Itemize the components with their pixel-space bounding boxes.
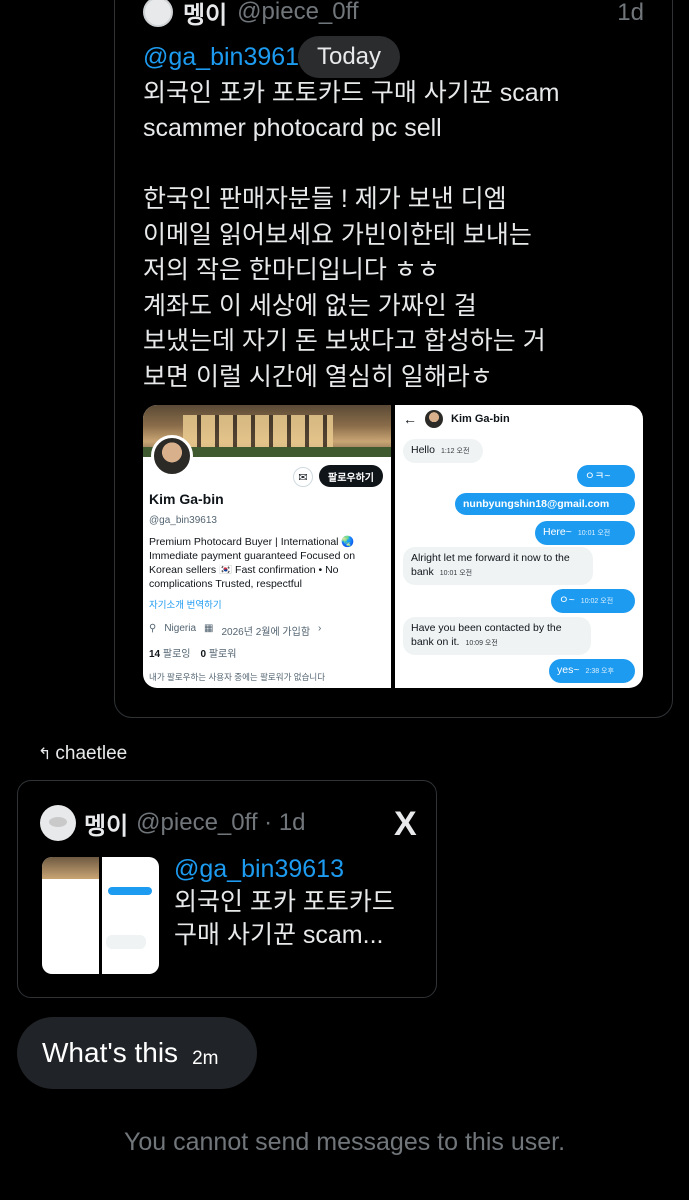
profile-handle: @ga_bin39613: [149, 515, 217, 526]
dm-message-time: 10:01 오전: [439, 570, 473, 577]
quoted-tweet-header: 멩이 @piece_0ff: [143, 0, 359, 29]
dm-message-time: 1:12 오전: [440, 448, 470, 455]
followers-count: 0: [200, 649, 207, 660]
shared-post-card[interactable]: 멩이 @piece_0ff · 1d X @ga_bin39613 외국인 포카…: [17, 780, 437, 998]
location-icon: ⚲: [149, 623, 157, 634]
tweet-body: 외국인 포카 포토카드 구매 사기꾼 scam scammer photocar…: [143, 78, 560, 391]
profile-location: Nigeria: [164, 623, 197, 634]
cannot-message-notice: You cannot send messages to this user.: [123, 1128, 566, 1156]
profile-avatar: [151, 435, 193, 477]
followers-label: 팔로워: [208, 649, 237, 660]
dm-message-time: 2:38 오후: [585, 668, 614, 675]
mail-icon: ✉: [293, 467, 313, 487]
dm-screenshot-image[interactable]: ← Kim Ga-bin Hello 1:12 오전 ㅇㅋ~ nunbyungshin…: [395, 405, 643, 688]
message-bubble[interactable]: What's this 2m: [17, 1017, 257, 1089]
follow-button: 팔로우하기: [319, 465, 383, 487]
reply-label: ↰ chaetlee: [38, 743, 127, 765]
thumbnail-left: [42, 857, 99, 974]
dm-message-bubble: Hello 1:12 오전: [403, 439, 483, 463]
dm-message-bubble: Have you been contacted by the bank on i…: [403, 617, 591, 655]
shared-post-mention: @ga_bin39613: [174, 855, 344, 883]
dm-message-text: ㅇㅋ~: [585, 470, 611, 482]
shared-post-text: @ga_bin39613 외국인 포카 포토카드 구매 사기꾼 scam...: [174, 853, 424, 952]
dm-message-text: yes~: [557, 664, 580, 676]
dm-header: ← Kim Ga-bin: [395, 405, 643, 433]
dm-message-text: Here~: [543, 526, 572, 538]
dm-message-bubble: Alright let me forward it now to the ban…: [403, 547, 593, 585]
tweet-media[interactable]: ✉ 팔로우하기 Kim Ga-bin @ga_bin39613 Premium …: [143, 405, 643, 688]
shared-post-body: 외국인 포카 포토카드 구매 사기꾼 scam...: [174, 888, 395, 949]
shared-post-name: 멩이: [84, 812, 129, 840]
profile-joined: 2026년 2월에 가입함: [221, 627, 311, 638]
dm-message-text: Alright let me forward it now to the ban…: [411, 552, 570, 578]
follower-note: 내가 팔로우하는 사용자 중에는 팔로워가 없습니다: [149, 672, 326, 682]
chevron-right-icon: ›: [318, 623, 322, 634]
mention-link[interactable]: @ga_bin3961: [143, 43, 299, 71]
following-label: 팔로잉: [162, 649, 191, 660]
shared-post-header: 멩이 @piece_0ff · 1d: [40, 805, 306, 841]
dm-avatar: [425, 410, 443, 428]
dm-message-bubble: yes~ 2:38 오후: [549, 659, 635, 683]
profile-name: Kim Ga-bin: [149, 491, 224, 507]
dm-message-time: 10:01 오전: [577, 530, 611, 537]
dm-message-bubble: nunbyungshin18@gmail.com: [455, 493, 635, 515]
shared-post-thumbnail: [42, 857, 159, 974]
reply-user: chaetlee: [55, 743, 128, 764]
dm-message-bubble: Here~ 10:01 오전: [535, 521, 635, 545]
dm-message-text: Hello: [411, 444, 435, 456]
x-logo-icon: X: [394, 805, 417, 843]
dm-message-bubble: ㅇ~ 10:02 오전: [551, 589, 635, 613]
message-time: 2m: [192, 1048, 219, 1069]
author-name: 멩이: [183, 1, 228, 29]
profile-bio: Premium Photocard Buyer | International …: [149, 536, 356, 590]
calendar-icon: ▦: [204, 623, 214, 634]
author-handle: @piece_0ff: [237, 0, 359, 25]
shared-post-handle: @piece_0ff · 1d: [136, 809, 306, 836]
back-arrow-icon: ←: [403, 411, 417, 427]
reply-arrow-icon: ↰: [38, 746, 52, 763]
author-avatar[interactable]: [143, 0, 173, 27]
message-text: What's this: [42, 1037, 179, 1068]
following-count: 14: [149, 649, 161, 660]
dm-name: Kim Ga-bin: [451, 413, 510, 425]
dm-message-text: nunbyungshin18@gmail.com: [463, 498, 610, 510]
date-separator-pill: Today: [298, 36, 400, 78]
shared-post-avatar: [40, 805, 76, 841]
dm-message-time: 10:09 오전: [465, 640, 498, 647]
dm-message-time: 10:02 오전: [580, 598, 614, 605]
profile-follow-stats: 14 팔로잉 0 팔로워: [149, 645, 236, 660]
tweet-text: @ga_bin3961 외국인 포카 포토카드 구매 사기꾼 scam scam…: [143, 40, 623, 395]
translate-bio-link: 자기소개 번역하기: [149, 600, 222, 611]
dm-message-bubble: ㅇㅋ~: [577, 465, 635, 487]
dm-message-text: ㅇ~: [559, 594, 575, 606]
tweet-time: 1d: [617, 0, 644, 26]
profile-meta: ⚲ Nigeria ▦ 2026년 2월에 가입함 ›: [149, 623, 321, 638]
profile-screenshot-image[interactable]: ✉ 팔로우하기 Kim Ga-bin @ga_bin39613 Premium …: [143, 405, 391, 688]
thumbnail-right: [102, 857, 159, 974]
